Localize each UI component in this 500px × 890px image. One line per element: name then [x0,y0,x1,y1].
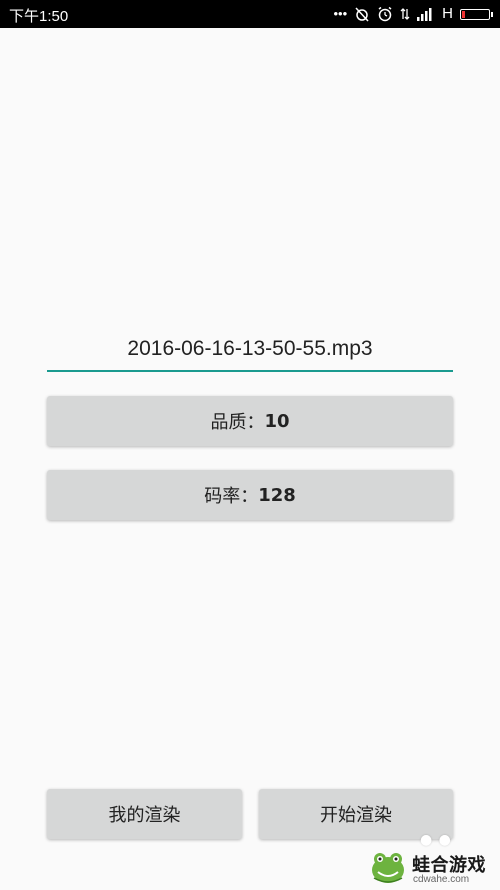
watermark-url: cdwahe.com [413,874,470,885]
network-type: H [442,5,453,22]
start-render-label: 开始渲染 [320,805,392,826]
data-transfer-icon [400,6,410,22]
status-icons: ••• H [333,5,493,23]
quality-button[interactable]: 品质： 10 [47,396,453,446]
status-bar: 下午1:50 ••• H [0,0,500,28]
my-render-label: 我的渲染 [108,805,181,826]
more-icon: ••• [333,6,348,21]
filename-value: 2016-06-16-13-50-55.mp3 [127,337,373,360]
frog-logo-icon [368,846,408,886]
bitrate-label: 码率： [204,486,259,507]
filename-field[interactable]: 2016-06-16-13-50-55.mp3 [47,332,453,372]
status-time: 下午1:50 [9,8,69,25]
quality-value: 10 [264,410,290,432]
alarm-off-icon [354,6,370,22]
alarm-icon [377,6,393,22]
quality-label: 品质： [210,412,265,433]
signal-icon [417,7,435,21]
bitrate-button[interactable]: 码率： 128 [47,470,453,520]
bitrate-value: 128 [258,484,296,506]
battery-icon [460,8,493,20]
watermark: 蛙合游戏 cdwahe.com [368,846,500,889]
my-render-button[interactable]: 我的渲染 [47,789,242,839]
